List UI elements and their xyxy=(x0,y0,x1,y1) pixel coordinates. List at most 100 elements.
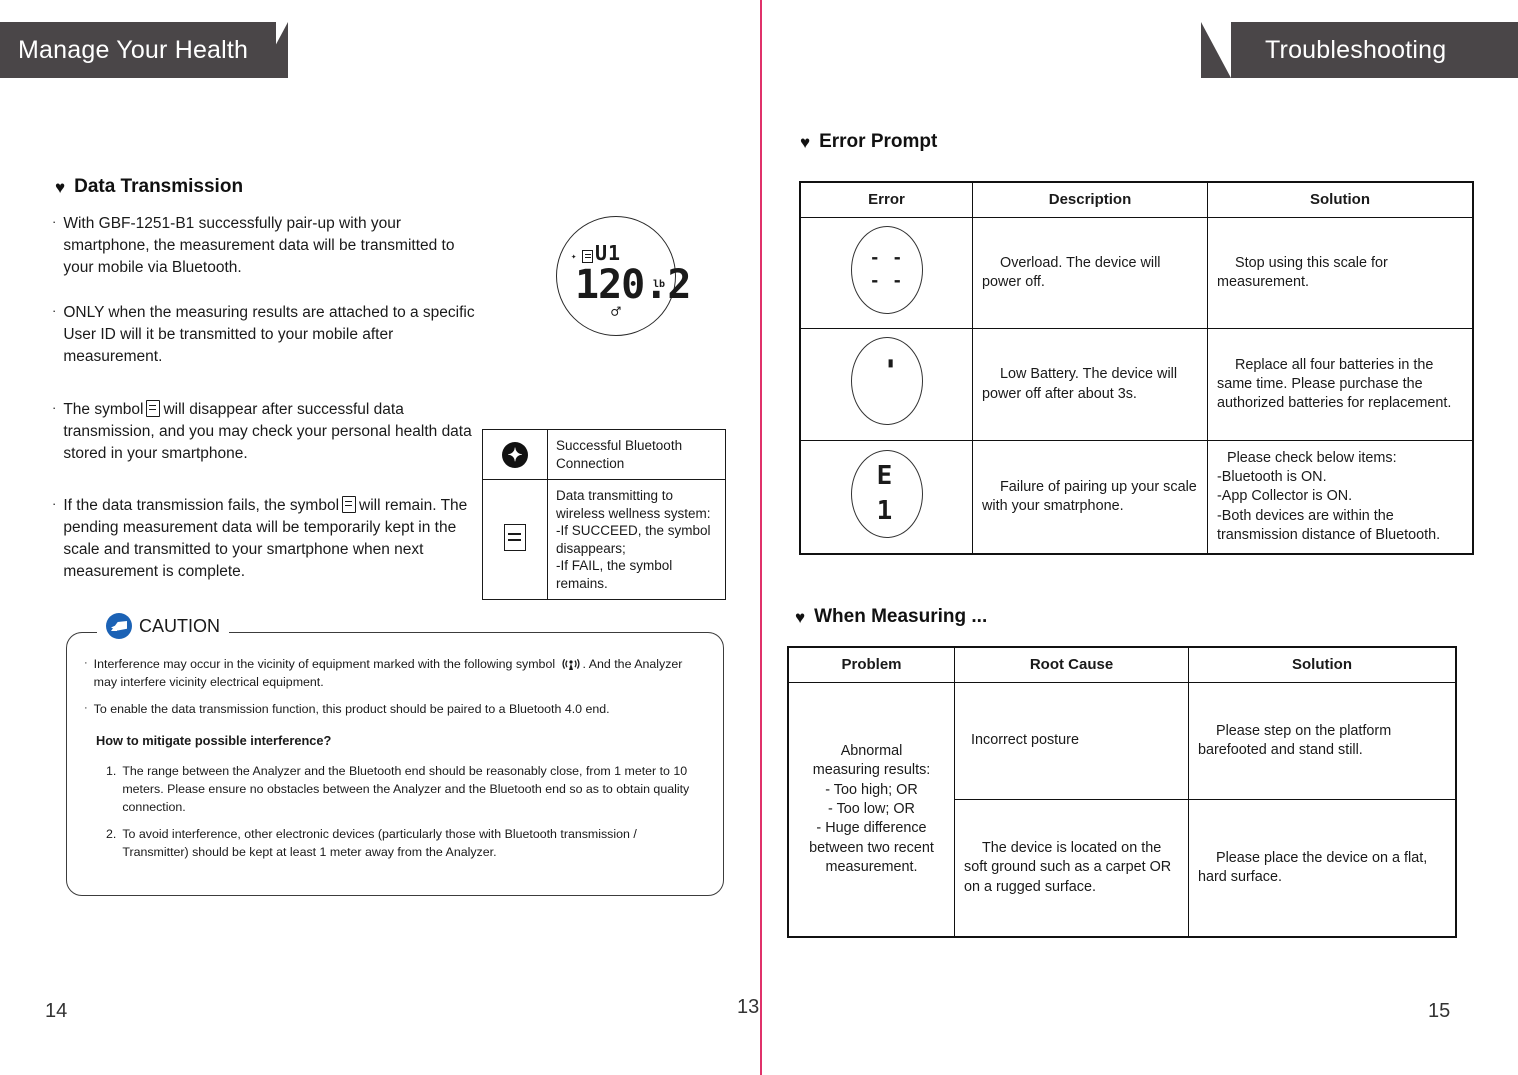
caution-body: · Interference may occur in the vicinity… xyxy=(67,633,723,862)
page-number-right: 15 xyxy=(1428,1000,1451,1022)
table-row: Data transmitting to wireless wellness s… xyxy=(482,479,726,601)
left-page-banner: Manage Your Health xyxy=(0,22,288,78)
data-transmission-bullets: · With GBF-1251-B1 successfully pair-up … xyxy=(52,213,482,606)
column-header-problem: Problem xyxy=(787,646,955,684)
bullet-text: ONLY when the measuring results are atta… xyxy=(63,304,475,365)
bullet-dot: · xyxy=(52,214,57,229)
scale-display-icon: E 1 xyxy=(850,449,923,538)
legend-text: Successful Bluetooth Connection xyxy=(547,428,726,481)
error-prompt-heading: ♥ Error Prompt xyxy=(800,131,937,153)
person-icon: ♂ xyxy=(611,302,621,321)
bullet-dot: · xyxy=(52,400,57,415)
column-header-description: Description xyxy=(972,181,1208,219)
bullet-text: To enable the data transmission function… xyxy=(93,702,610,717)
error-code-text: - - - - xyxy=(869,248,904,292)
page-number-middle: 13 xyxy=(737,996,760,1018)
bullet-dot: · xyxy=(84,702,88,715)
scale-display-illustration: ✦ U1 120.2 lb ♂ xyxy=(556,216,691,336)
list-item: · To enable the data transmission functi… xyxy=(84,700,705,718)
table-row: ✦ Successful Bluetooth Connection xyxy=(482,428,726,481)
scale-display-icon: - - - - xyxy=(850,226,923,315)
lcd-unit-label: lb xyxy=(652,279,665,290)
bullet-text-part-a: The symbol xyxy=(63,401,144,418)
solution: Please step on the platform barefooted a… xyxy=(1188,682,1457,801)
table-header-row: Problem Root Cause Solution xyxy=(787,646,1457,684)
error-prompt-heading-label: Error Prompt xyxy=(819,131,938,152)
left-page-banner-title: Manage Your Health xyxy=(18,35,249,64)
list-item: 2. To avoid interference, other electron… xyxy=(106,825,705,861)
caution-subheading: How to mitigate possible interference? xyxy=(96,733,332,749)
error-solution: Replace all four batteries in the same t… xyxy=(1207,328,1474,441)
caution-box: CAUTION · Interference may occur in the … xyxy=(66,613,724,896)
caution-title-tab: CAUTION xyxy=(97,613,229,639)
list-number: 1. xyxy=(106,764,117,778)
heart-icon: ♥ xyxy=(55,177,66,197)
list-number: 2. xyxy=(106,827,117,842)
error-solution: Stop using this scale for measurement. xyxy=(1207,217,1474,330)
consult-manual-icon xyxy=(106,613,132,639)
right-page-banner: Troubleshooting xyxy=(1201,22,1518,78)
when-measuring-table: Problem Root Cause Solution Abnormal mea… xyxy=(787,646,1457,939)
list-item: · The symbol will disappear after success… xyxy=(52,399,482,465)
heart-icon: ♥ xyxy=(795,607,806,627)
problem-description: Abnormal measuring results: - Too high; … xyxy=(787,682,955,938)
table-header-row: Error Description Solution xyxy=(799,181,1474,219)
caution-title-label: CAUTION xyxy=(139,615,220,636)
table-row: E 1 Failure of pairing up your scale wit… xyxy=(799,439,1474,555)
bluetooth-icon: ✦ xyxy=(571,252,577,262)
scale-display-icon: ▮ xyxy=(850,337,923,426)
bullet-dot: · xyxy=(52,303,57,318)
bullet-dot: · xyxy=(52,496,57,511)
column-header-root-cause: Root Cause xyxy=(954,646,1189,684)
list-item: · Interference may occur in the vicinity… xyxy=(84,655,705,691)
column-header-solution: Solution xyxy=(1188,646,1457,684)
error-prompt-table: Error Description Solution - - - - Overl… xyxy=(799,181,1474,556)
bullet-text: With GBF-1251-B1 successfully pair-up wi… xyxy=(63,215,455,276)
bluetooth-icon: ✦ xyxy=(502,441,528,468)
heart-icon: ♥ xyxy=(800,132,811,152)
list-text: To avoid interference, other electronic … xyxy=(122,827,637,860)
root-cause: Incorrect posture xyxy=(954,682,1189,801)
error-solution: Please check below items: -Bluetooth is … xyxy=(1207,439,1474,555)
legend-text: Data transmitting to wireless wellness s… xyxy=(547,479,726,601)
when-measuring-heading-label: When Measuring ... xyxy=(814,606,988,627)
right-page-banner-title: Troubleshooting xyxy=(1265,35,1447,64)
solution: Please place the device on a flat, hard … xyxy=(1188,799,1457,938)
rf-emission-icon xyxy=(561,657,581,671)
bullet-text: The symbol will disappear after successfu… xyxy=(63,399,482,465)
battery-icon: ▮ xyxy=(887,358,894,370)
document-icon xyxy=(146,400,161,417)
error-description: Failure of pairing up your scale with yo… xyxy=(972,439,1208,555)
bluetooth-icon-cell: ✦ xyxy=(482,428,548,481)
column-header-error: Error xyxy=(799,181,973,219)
table-row: Abnormal measuring results: - Too high; … xyxy=(787,682,1457,938)
list-item: 1. The range between the Analyzer and th… xyxy=(106,762,705,816)
error-symbol-overload: - - - - xyxy=(799,217,973,330)
bullet-text-part-a: Interference may occur in the vicinity o… xyxy=(93,657,556,671)
lcd-weight-value: 120.2 xyxy=(575,262,691,308)
document-icon-cell xyxy=(482,479,548,601)
list-item: · If the data transmission fails, the sy… xyxy=(52,495,482,583)
column-header-solution: Solution xyxy=(1207,181,1474,219)
document-icon xyxy=(342,496,357,513)
list-text: The range between the Analyzer and the B… xyxy=(122,764,690,815)
error-description: Overload. The device will power off. xyxy=(972,217,1208,330)
data-transmission-heading: ♥ Data Transmission xyxy=(55,176,243,198)
page-number-left: 14 xyxy=(45,1000,68,1022)
error-description: Low Battery. The device will power off a… xyxy=(972,328,1208,441)
bullet-text: Interference may occur in the vicinity o… xyxy=(94,655,705,691)
error-symbol-e1: E 1 xyxy=(799,439,973,555)
bullet-text-part-a: If the data transmission fails, the symb… xyxy=(63,497,340,514)
root-cause: The device is located on the soft ground… xyxy=(954,799,1189,938)
error-code-text: E 1 xyxy=(876,460,897,526)
table-row: ▮ Low Battery. The device will power off… xyxy=(799,328,1474,441)
bullet-text: If the data transmission fails, the symb… xyxy=(63,495,482,583)
table-row: - - - - Overload. The device will power … xyxy=(799,217,1474,330)
error-symbol-low-battery: ▮ xyxy=(799,328,973,441)
list-item: · ONLY when the measuring results are at… xyxy=(52,302,482,368)
list-item: · With GBF-1251-B1 successfully pair-up … xyxy=(52,213,482,279)
document-icon xyxy=(504,523,526,551)
left-page: Manage Your Health ♥ Data Transmission ·… xyxy=(0,0,760,1075)
symbol-legend-table: ✦ Successful Bluetooth Connection Data t… xyxy=(482,428,726,601)
bullet-dot: · xyxy=(84,657,88,669)
